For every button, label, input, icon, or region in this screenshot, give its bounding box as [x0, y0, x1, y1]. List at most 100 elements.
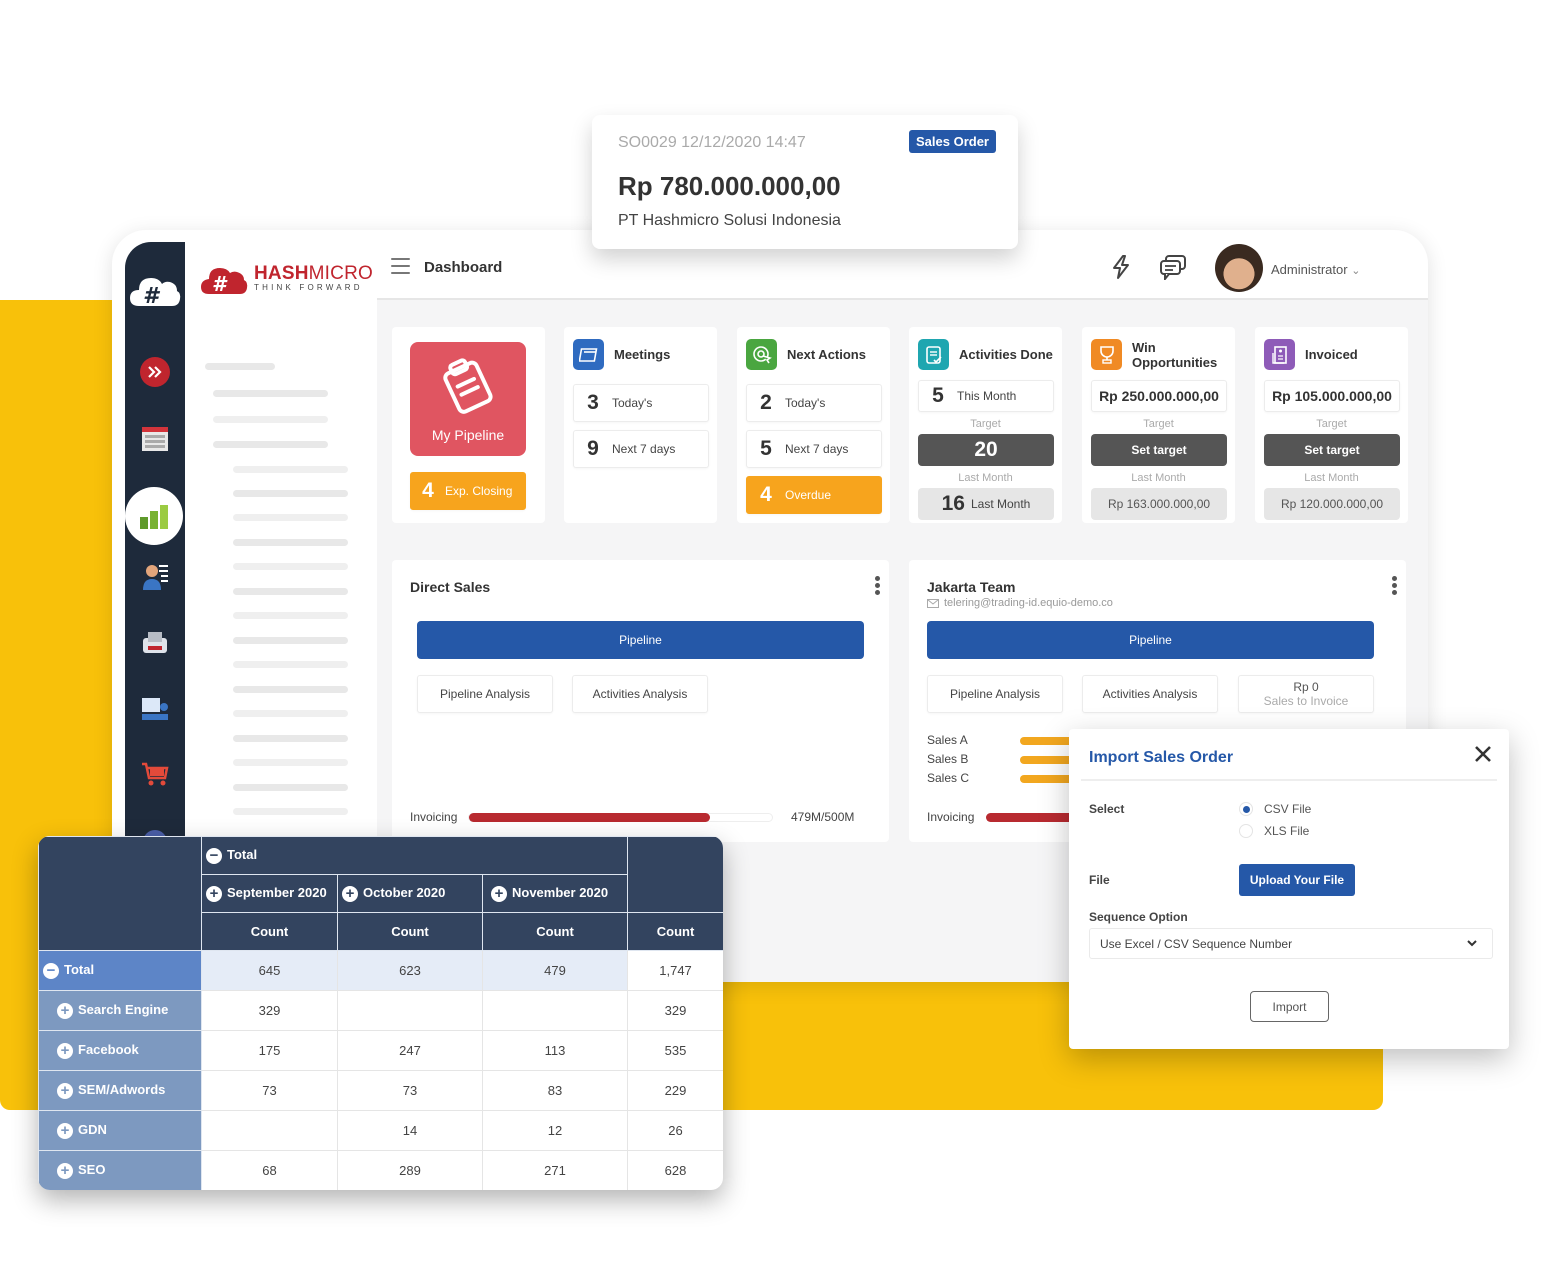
expand-icon[interactable]: + [206, 885, 222, 902]
pivot-cell: 247 [337, 1030, 483, 1071]
pivot-row-header[interactable]: + SEO [38, 1150, 202, 1190]
activities-this-month[interactable]: 5 This Month [918, 380, 1054, 412]
pivot-header-month[interactable]: + September 2020 [201, 874, 338, 913]
activities-target[interactable]: 20 [918, 434, 1054, 466]
direct-sales-title: Direct Sales [410, 579, 491, 595]
sequence-option-label: Sequence Option [1089, 910, 1188, 924]
hamburger-menu-icon[interactable] [391, 258, 410, 276]
my-pipeline-button[interactable]: My Pipeline [410, 342, 526, 456]
jakarta-team-title: Jakarta Team [927, 579, 1016, 595]
user-name: Administrator [1271, 262, 1348, 277]
pivot-measure-header[interactable]: Count [481, 912, 629, 951]
chat-icon[interactable] [1159, 254, 1186, 282]
pivot-header-month[interactable]: + October 2020 [337, 874, 483, 913]
expand-icon[interactable]: + [57, 1002, 73, 1019]
csv-file-radio[interactable] [1239, 802, 1253, 816]
pivot-cell: 12 [481, 1110, 629, 1151]
pivot-cell: 1,747 [627, 950, 723, 991]
win-set-target-button[interactable]: Set target [1091, 434, 1227, 466]
meetings-today[interactable]: 3 Today's [573, 384, 709, 422]
more-options-icon[interactable] [1392, 576, 1398, 596]
expand-icon[interactable]: + [342, 885, 358, 902]
calendar-icon[interactable] [125, 417, 185, 461]
xls-file-radio[interactable] [1239, 824, 1253, 838]
expand-icon[interactable] [125, 350, 185, 394]
jakarta-pipeline-button[interactable]: Pipeline [927, 621, 1374, 659]
avatar[interactable] [1215, 244, 1263, 292]
expand-icon[interactable]: + [491, 885, 507, 902]
collapse-icon[interactable]: − [206, 847, 222, 864]
menu-placeholder [233, 784, 348, 791]
menu-placeholder [233, 710, 348, 717]
expand-icon[interactable]: + [57, 1042, 73, 1059]
pivot-row-header[interactable]: + Facebook [38, 1030, 202, 1071]
pivot-row-header[interactable]: + SEM/Adwords [38, 1070, 202, 1111]
upload-file-button[interactable]: Upload Your File [1239, 864, 1355, 896]
lightning-icon[interactable] [1108, 254, 1134, 280]
sales-to-invoice-button[interactable]: Rp 0 Sales to Invoice [1238, 675, 1374, 713]
hashmicro-cloud-logo-icon[interactable]: # [125, 268, 185, 312]
menu-placeholder [233, 735, 348, 742]
rail-item-reports[interactable] [125, 487, 183, 545]
pivot-cell [201, 1110, 338, 1151]
direct-sales-pipeline-button[interactable]: Pipeline [417, 621, 864, 659]
pivot-measure-header[interactable]: Count [337, 912, 483, 951]
employee-icon[interactable] [125, 555, 185, 599]
menu-placeholder [213, 441, 328, 448]
cart-icon[interactable] [125, 752, 185, 796]
direct-sales-activities-analysis-button[interactable]: Activities Analysis [572, 675, 708, 713]
pivot-measure-header[interactable]: Count [201, 912, 338, 951]
brand-logo[interactable]: # HASHMICRO THINK FORWARD [200, 263, 373, 295]
invoiced-value[interactable]: Rp 105.000.000,00 [1264, 380, 1400, 412]
pivot-month-label: November 2020 [512, 885, 609, 901]
pivot-header-total[interactable]: − Total [200, 836, 629, 875]
expand-icon[interactable]: + [57, 1162, 73, 1179]
direct-sales-pipeline-analysis-button[interactable]: Pipeline Analysis [417, 675, 553, 713]
close-icon[interactable] [1471, 742, 1495, 766]
more-options-icon[interactable] [875, 576, 881, 596]
calendar-icon [573, 339, 604, 370]
invoiced-set-target-button[interactable]: Set target [1264, 434, 1400, 466]
menu-placeholder [233, 514, 348, 521]
overdue-button[interactable]: 4 Overdue [746, 476, 882, 514]
select-label: Select [1089, 802, 1125, 816]
expand-icon[interactable]: + [57, 1122, 73, 1139]
sales-order-card[interactable]: SO0029 12/12/2020 14:47 Sales Order Rp 7… [592, 115, 1018, 249]
next-actions-today-label: Today's [785, 396, 826, 410]
next-actions-today[interactable]: 2 Today's [746, 384, 882, 422]
chevron-down-icon: ⌄ [1351, 265, 1361, 277]
pivot-cell: 329 [627, 990, 723, 1031]
next-actions-week-label: Next 7 days [785, 442, 849, 456]
pivot-row-header[interactable]: − Total [38, 950, 202, 991]
win-value[interactable]: Rp 250.000.000,00 [1091, 380, 1227, 412]
meetings-next-7-days[interactable]: 9 Next 7 days [573, 430, 709, 468]
page-title: Dashboard [424, 259, 503, 276]
import-button[interactable]: Import [1250, 991, 1329, 1022]
modal-divider [1081, 779, 1497, 781]
jakarta-activities-analysis-button[interactable]: Activities Analysis [1082, 675, 1218, 713]
pivot-cell: 329 [201, 990, 338, 1031]
pivot-measure-header[interactable]: Count [627, 912, 723, 951]
sales-order-amount: Rp 780.000.000,00 [618, 171, 841, 201]
jakarta-pipeline-analysis-button[interactable]: Pipeline Analysis [927, 675, 1063, 713]
activities-last-count: 16 [941, 492, 965, 515]
pivot-cell: 83 [481, 1070, 629, 1111]
sequence-option-select[interactable]: Use Excel / CSV Sequence Number [1089, 928, 1493, 959]
computer-icon[interactable] [125, 688, 185, 732]
direct-sales-invoicing-bar [468, 813, 773, 822]
collapse-icon[interactable]: − [43, 962, 59, 979]
user-menu[interactable]: Administrator ⌄ [1271, 262, 1360, 277]
menu-placeholder [233, 563, 348, 570]
sales-order-reference: SO0029 12/12/2020 14:47 [618, 134, 806, 151]
printer-icon[interactable] [125, 622, 185, 666]
exp-closing-button[interactable]: 4 Exp. Closing [410, 472, 526, 510]
expand-icon[interactable]: + [57, 1082, 73, 1099]
pivot-row-header[interactable]: + Search Engine [38, 990, 202, 1031]
win-amount: Rp 250.000.000,00 [1099, 388, 1219, 404]
pivot-row-label: SEO [78, 1162, 106, 1178]
pivot-row-header[interactable]: + GDN [38, 1110, 202, 1151]
next-actions-next-7-days[interactable]: 5 Next 7 days [746, 430, 882, 468]
pivot-row-label: Facebook [78, 1042, 139, 1058]
meetings-today-count: 3 [587, 391, 599, 414]
pivot-header-month[interactable]: + November 2020 [481, 874, 629, 913]
